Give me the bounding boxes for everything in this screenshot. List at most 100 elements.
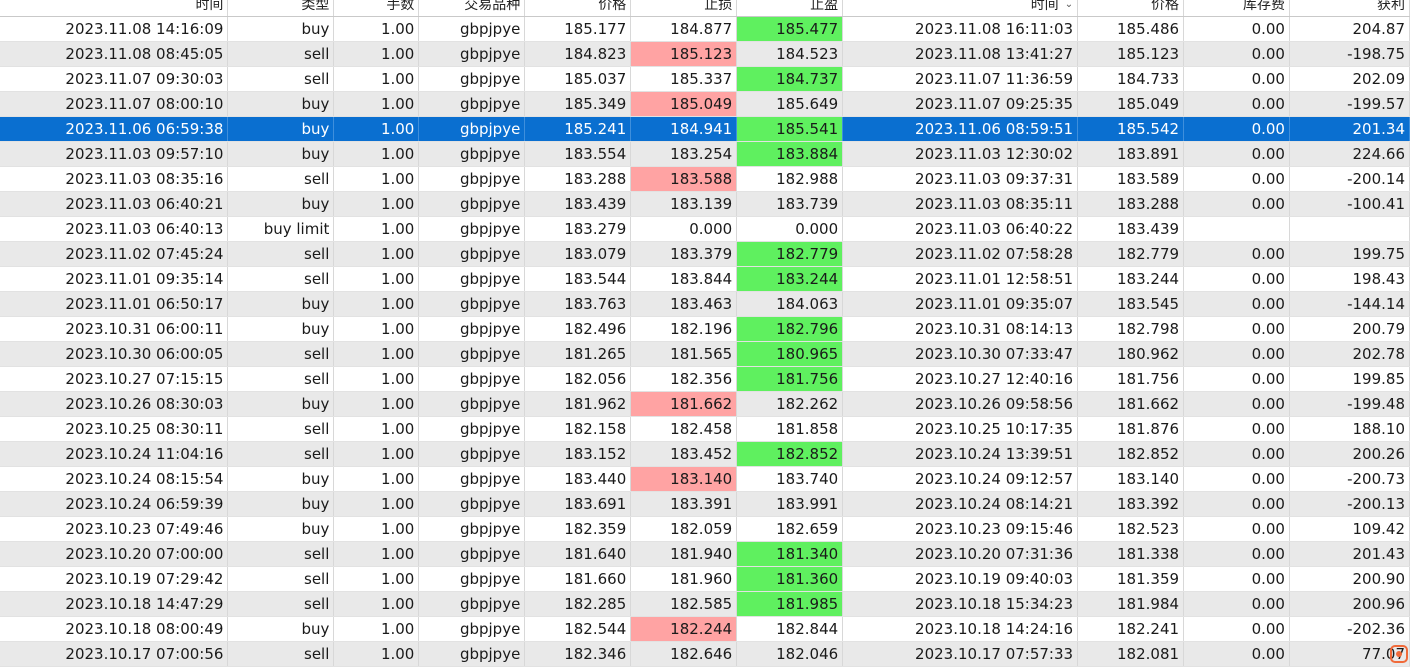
- table-row[interactable]: 2023.11.08 14:16:09 buy 1.00 gbpjpye 185.177…: [0, 16, 1410, 42]
- cell-swap: 0.00: [1183, 241, 1290, 267]
- cell-close-time: 2023.10.20 07:31:36: [842, 541, 1079, 567]
- cell-open-price: 183.439: [524, 191, 632, 217]
- table-row[interactable]: 2023.11.01 06:50:17 buy 1.00 gbpjpye 183.763…: [0, 291, 1410, 317]
- column-header-stop-loss[interactable]: 止损: [630, 0, 738, 17]
- column-header-time[interactable]: 时间: [0, 0, 229, 17]
- cell-take-profit: 183.244: [736, 266, 844, 292]
- cell-open-time: 2023.10.18 08:00:49: [0, 616, 229, 642]
- cell-symbol: gbpjpye: [418, 91, 526, 117]
- table-row[interactable]: 2023.11.03 06:40:13 buy limit 1.00 gbpjpye 1…: [0, 216, 1410, 242]
- cell-symbol: gbpjpye: [418, 566, 526, 592]
- cell-swap: 0.00: [1183, 266, 1290, 292]
- table-row[interactable]: 2023.11.01 09:35:14 sell 1.00 gbpjpye 183.54…: [0, 266, 1410, 292]
- cell-stop-loss: 182.059: [630, 516, 738, 542]
- cell-open-time: 2023.11.07 09:30:03: [0, 66, 229, 92]
- watermark-logo: [1390, 645, 1408, 663]
- cell-close-time: 2023.11.03 06:40:22: [842, 216, 1079, 242]
- cell-volume: 1.00: [333, 91, 420, 117]
- cell-swap: 0.00: [1183, 191, 1290, 217]
- cell-stop-loss: 185.049: [630, 91, 738, 117]
- cell-take-profit: 182.796: [736, 316, 844, 342]
- table-row[interactable]: 2023.10.18 08:00:49 buy 1.00 gbpjpye 182.544…: [0, 616, 1410, 642]
- cell-type: sell: [227, 441, 335, 467]
- table-row[interactable]: 2023.10.24 06:59:39 buy 1.00 gbpjpye 183.691…: [0, 491, 1410, 517]
- cell-take-profit: 182.852: [736, 441, 844, 467]
- table-row[interactable]: 2023.10.27 07:15:15 sell 1.00 gbpjpye 182.05…: [0, 366, 1410, 392]
- column-header-label: 时间: [1030, 0, 1059, 13]
- cell-open-price: 181.660: [524, 566, 632, 592]
- cell-take-profit: 183.991: [736, 491, 844, 517]
- cell-open-time: 2023.11.03 09:57:10: [0, 141, 229, 167]
- table-row[interactable]: 2023.10.25 08:30:11 sell 1.00 gbpjpye 182.15…: [0, 416, 1410, 442]
- cell-close-price: 183.891: [1077, 141, 1185, 167]
- column-header-volume[interactable]: 手数: [333, 0, 420, 17]
- column-header-label: 价格: [1151, 0, 1180, 13]
- cell-swap: 0.00: [1183, 466, 1290, 492]
- table-row[interactable]: 2023.10.31 06:00:11 buy 1.00 gbpjpye 182.496…: [0, 316, 1410, 342]
- column-header-profit[interactable]: 获利: [1289, 0, 1410, 17]
- table-row[interactable]: 2023.10.24 08:15:54 buy 1.00 gbpjpye 183.440…: [0, 466, 1410, 492]
- column-header-close-time[interactable]: 时间 ⌄: [842, 0, 1079, 17]
- cell-type: sell: [227, 266, 335, 292]
- cell-stop-loss: 183.254: [630, 141, 738, 167]
- cell-close-time: 2023.10.31 08:14:13: [842, 316, 1079, 342]
- cell-profit: -199.48: [1289, 391, 1410, 417]
- cell-close-time: 2023.11.07 11:36:59: [842, 66, 1079, 92]
- cell-stop-loss: 0.000: [630, 216, 738, 242]
- column-header-type[interactable]: 类型: [227, 0, 335, 17]
- table-row[interactable]: 2023.11.07 09:30:03 sell 1.00 gbpjpye 185.03…: [0, 66, 1410, 92]
- cell-close-time: 2023.11.02 07:58:28: [842, 241, 1079, 267]
- cell-profit: 224.66: [1289, 141, 1410, 167]
- cell-close-time: 2023.10.24 13:39:51: [842, 441, 1079, 467]
- cell-profit: 109.42: [1289, 516, 1410, 542]
- cell-type: buy: [227, 116, 335, 142]
- cell-swap: 0.00: [1183, 641, 1290, 667]
- cell-type: buy: [227, 91, 335, 117]
- table-row[interactable]: 2023.11.03 08:35:16 sell 1.00 gbpjpye 183.28…: [0, 166, 1410, 192]
- cell-open-price: 181.640: [524, 541, 632, 567]
- cell-swap: 0.00: [1183, 391, 1290, 417]
- cell-take-profit: 180.965: [736, 341, 844, 367]
- cell-stop-loss: 181.565: [630, 341, 738, 367]
- cell-type: buy: [227, 191, 335, 217]
- cell-open-price: 183.288: [524, 166, 632, 192]
- table-row[interactable]: 2023.11.03 06:40:21 buy 1.00 gbpjpye 183.439…: [0, 191, 1410, 217]
- table-row[interactable]: 2023.11.03 09:57:10 buy 1.00 gbpjpye 183.554…: [0, 141, 1410, 167]
- sort-descending-icon: ⌄: [1064, 0, 1074, 10]
- table-row[interactable]: 2023.10.23 07:49:46 buy 1.00 gbpjpye 182.359…: [0, 516, 1410, 542]
- column-header-symbol[interactable]: 交易品种: [418, 0, 526, 17]
- cell-type: buy: [227, 516, 335, 542]
- cell-open-price: 182.544: [524, 616, 632, 642]
- cell-volume: 1.00: [333, 591, 420, 617]
- column-header-price[interactable]: 价格: [524, 0, 632, 17]
- table-row[interactable]: 2023.10.20 07:00:00 sell 1.00 gbpjpye 181.64…: [0, 541, 1410, 567]
- cell-type: buy: [227, 316, 335, 342]
- cell-open-price: 184.823: [524, 41, 632, 67]
- cell-close-price: 183.244: [1077, 266, 1185, 292]
- column-header-take-profit[interactable]: 止盈: [736, 0, 844, 17]
- table-row[interactable]: 2023.10.18 14:47:29 sell 1.00 gbpjpye 182.28…: [0, 591, 1410, 617]
- column-header-close-price[interactable]: 价格: [1077, 0, 1185, 17]
- cell-stop-loss: 183.139: [630, 191, 738, 217]
- table-row-selected[interactable]: 2023.11.06 06:59:38 buy 1.00 gbpjpye 185.241…: [0, 116, 1410, 142]
- cell-close-time: 2023.10.26 09:58:56: [842, 391, 1079, 417]
- cell-open-price: 183.763: [524, 291, 632, 317]
- table-row[interactable]: 2023.10.26 08:30:03 buy 1.00 gbpjpye 181.962…: [0, 391, 1410, 417]
- column-header-swap[interactable]: 库存费: [1183, 0, 1290, 17]
- cell-stop-loss: 182.458: [630, 416, 738, 442]
- table-row[interactable]: 2023.11.07 08:00:10 buy 1.00 gbpjpye 185.349…: [0, 91, 1410, 117]
- cell-close-time: 2023.10.24 09:12:57: [842, 466, 1079, 492]
- cell-open-price: 182.346: [524, 641, 632, 667]
- cell-take-profit: 182.262: [736, 391, 844, 417]
- table-row[interactable]: 2023.10.19 07:29:42 sell 1.00 gbpjpye 181.66…: [0, 566, 1410, 592]
- cell-swap: 0.00: [1183, 341, 1290, 367]
- table-row[interactable]: 2023.10.24 11:04:16 sell 1.00 gbpjpye 183.15…: [0, 441, 1410, 467]
- table-row[interactable]: 2023.10.17 07:00:56 sell 1.00 gbpjpye 182.34…: [0, 641, 1410, 667]
- cell-volume: 1.00: [333, 366, 420, 392]
- table-row[interactable]: 2023.11.02 07:45:24 sell 1.00 gbpjpye 183.07…: [0, 241, 1410, 267]
- cell-profit: 188.10: [1289, 416, 1410, 442]
- cell-close-price: 182.523: [1077, 516, 1185, 542]
- table-row[interactable]: 2023.11.08 08:45:05 sell 1.00 gbpjpye 184.82…: [0, 41, 1410, 67]
- cell-stop-loss: 183.463: [630, 291, 738, 317]
- table-row[interactable]: 2023.10.30 06:00:05 sell 1.00 gbpjpye 181.26…: [0, 341, 1410, 367]
